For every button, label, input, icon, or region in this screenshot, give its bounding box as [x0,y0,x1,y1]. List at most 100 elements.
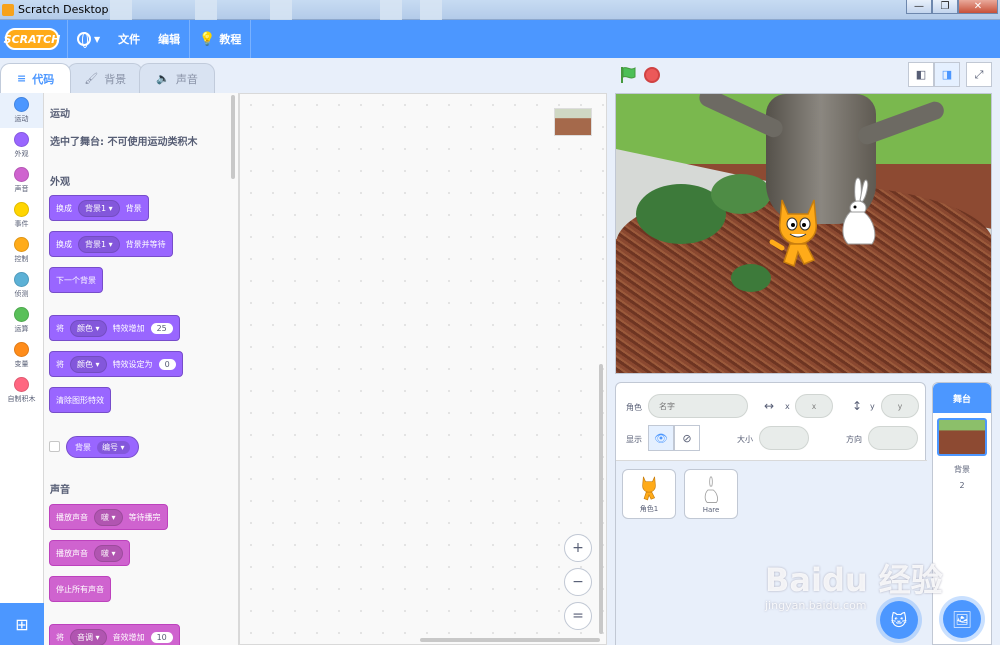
sprite-name-field[interactable] [648,394,748,418]
eye-icon: 👁 [654,431,668,445]
zoom-in-icon: + [572,540,584,556]
block-play-sound-until-done[interactable]: 播放声音 啵 ▾ 等待播完 [49,504,168,530]
section-title-motion: 运动 [50,109,70,120]
backdrop-dropdown[interactable]: 背景1 ▾ [78,235,120,253]
block-start-sound[interactable]: 播放声音 啵 ▾ [49,540,130,566]
menu-divider [250,20,252,58]
choose-backdrop-button[interactable]: 🖼 [943,600,981,638]
baidu-watermark: Baidu 经验 jingyan.baidu.com [765,555,943,612]
category-my-blocks[interactable]: 自制积木 [0,373,43,408]
tab-sounds[interactable]: 🔈 声音 [139,63,215,93]
sound-dropdown[interactable]: 啵 ▾ [94,508,123,526]
tab-backdrops[interactable]: 🖌 背景 [67,63,144,93]
category-sensing[interactable]: 侦测 [0,268,43,303]
block-set-effect[interactable]: 将 颜色 ▾ 特效设定为 0 [49,351,183,377]
maximize-button[interactable]: ❐ [932,0,958,14]
watermark-sub: jingyan.baidu.com [765,599,867,612]
sound-effect-dropdown[interactable]: 音调 ▾ [70,628,107,645]
category-dot-icon [14,307,29,322]
y-field[interactable] [881,394,919,418]
edit-menu[interactable]: 编辑 [149,20,189,58]
small-stage-button[interactable]: ◧ [908,62,934,87]
hare-sprite[interactable] [836,176,880,248]
target-thumbnail [554,108,592,136]
scratch-logo[interactable]: SCRATCH [4,28,60,50]
workspace-hscrollbar[interactable] [420,638,600,642]
sprite-card[interactable]: Hare [684,469,738,519]
lightbulb-icon: 💡 [199,31,216,47]
sprite-list: 角色1 Hare 🐱 [616,461,927,645]
show-button[interactable]: 👁 [648,425,674,451]
category-dot-icon [14,167,29,182]
block-next-backdrop[interactable]: 下一个背景 [49,267,103,293]
effect-value-input[interactable]: 0 [158,358,176,370]
block-text: 音效增加 [112,632,145,642]
category-variables[interactable]: 变量 [0,338,43,373]
stage-thumbnail [937,418,987,456]
category-sound[interactable]: 声音 [0,163,43,198]
tutorials-menu[interactable]: 💡 教程 [190,20,250,58]
zoom-reset-icon: = [572,608,584,624]
size-field[interactable] [759,426,809,450]
brush-icon: 🖌 [84,72,99,85]
show-label: 显示 [626,435,642,444]
language-menu[interactable]: ▼ [68,20,109,58]
close-button[interactable]: ✕ [958,0,998,14]
taskbar-thumb [380,0,402,20]
category-control[interactable]: 控制 [0,233,43,268]
block-text: 播放声音 [56,512,88,522]
effect-amount-input[interactable]: 25 [150,322,173,334]
block-change-effect[interactable]: 将 颜色 ▾ 特效增加 25 [49,315,180,341]
hide-button[interactable]: ⊘ [674,425,700,451]
backdrop-attr-dropdown[interactable]: 编号 ▾ [97,440,130,454]
category-motion[interactable]: 运动 [0,93,43,128]
category-dot-icon [14,237,29,252]
category-label: 控制 [14,255,29,263]
backdrops-label: 背景 [954,465,970,474]
reporter-backdrop-number[interactable]: 背景 编号 ▾ [66,436,139,458]
block-switch-backdrop-and-wait[interactable]: 换成 背景1 ▾ 背景并等待 [49,231,173,257]
large-stage-button[interactable]: ◨ [934,62,960,87]
tutorials-label: 教程 [219,33,242,46]
cat-sprite[interactable] [768,192,828,272]
menu-bar: SCRATCH ▼ 文件 编辑 💡 教程 [0,20,1000,58]
green-flag-icon[interactable] [619,66,637,84]
x-field[interactable] [795,394,833,418]
sound-effect-amount-input[interactable]: 10 [150,631,173,643]
block-switch-backdrop[interactable]: 换成 背景1 ▾ 背景 [49,195,149,221]
category-looks[interactable]: 外观 [0,128,43,163]
block-text: 等待播完 [128,512,161,522]
effect-dropdown[interactable]: 颜色 ▾ [70,355,107,373]
taskbar-thumb [110,0,132,20]
zoom-in-button[interactable]: + [564,534,592,562]
workspace-vscrollbar[interactable] [599,364,603,634]
direction-field[interactable] [868,426,918,450]
sound-dropdown[interactable]: 啵 ▾ [94,544,123,562]
section-title-looks: 外观 [50,177,70,188]
stop-button[interactable] [644,67,660,83]
file-menu[interactable]: 文件 [109,20,149,58]
category-label: 变量 [14,360,29,368]
block-text: 背景并等待 [125,239,166,249]
backdrop-dropdown[interactable]: 背景1 ▾ [78,199,120,217]
code-workspace[interactable]: + − = [239,93,607,645]
block-change-sound-effect[interactable]: 将 音调 ▾ 音效增加 10 [49,624,180,645]
category-events[interactable]: 事件 [0,198,43,233]
fullscreen-button[interactable]: ⤢ [966,62,992,87]
block-text: 特效增加 [112,323,145,333]
stage-canvas[interactable] [615,93,992,374]
block-stop-all-sounds[interactable]: 停止所有声音 [49,576,111,602]
sprite-card[interactable]: 角色1 [622,469,676,519]
minimize-button[interactable]: — [906,0,932,14]
add-extension-button[interactable]: ⊞ [0,603,44,645]
category-operators[interactable]: 运算 [0,303,43,338]
stage-pane-header: 舞台 [933,383,991,413]
block-clear-effects[interactable]: 清除图形特效 [49,387,111,413]
effect-dropdown[interactable]: 颜色 ▾ [70,319,107,337]
tab-code[interactable]: ≡ 代码 [0,63,72,93]
palette-scrollbar[interactable] [231,95,235,179]
zoom-out-button[interactable]: − [564,568,592,596]
zoom-reset-button[interactable]: = [564,602,592,630]
tab-sounds-label: 声音 [175,72,198,86]
backdrop-reporter-checkbox[interactable] [49,441,60,452]
